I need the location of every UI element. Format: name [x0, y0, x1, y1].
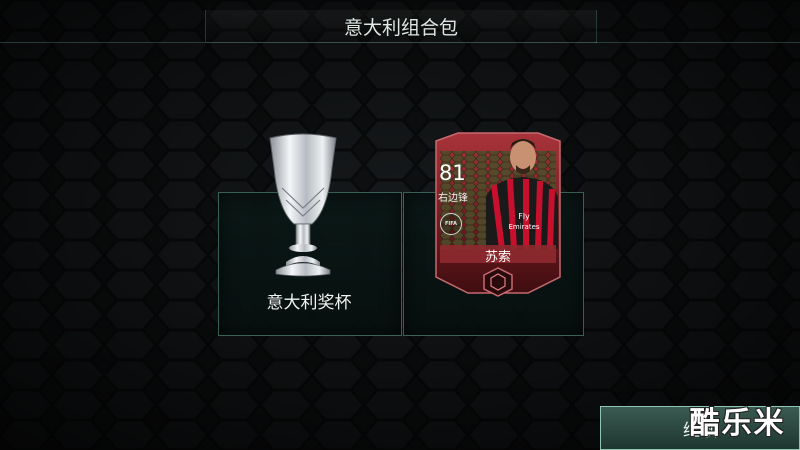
- svg-text:Emirates: Emirates: [508, 223, 539, 231]
- player-card[interactable]: Fly Emirates 81 右边锋 FIFA 苏索: [428, 127, 568, 305]
- fifa-badge-icon: FIFA: [440, 213, 462, 235]
- title-line-right: [595, 42, 800, 43]
- player-position: 右边锋: [438, 193, 468, 204]
- site-watermark: 酷乐米: [689, 406, 786, 441]
- svg-text:Fly: Fly: [518, 212, 530, 221]
- silver-trophy-icon: [269, 133, 337, 277]
- player-rating: 81: [439, 161, 466, 185]
- pack-title: 意大利组合包: [205, 10, 597, 43]
- player-name: 苏索: [484, 250, 511, 265]
- trophy-label: 意大利奖杯: [266, 293, 352, 313]
- title-line-left: [0, 42, 205, 43]
